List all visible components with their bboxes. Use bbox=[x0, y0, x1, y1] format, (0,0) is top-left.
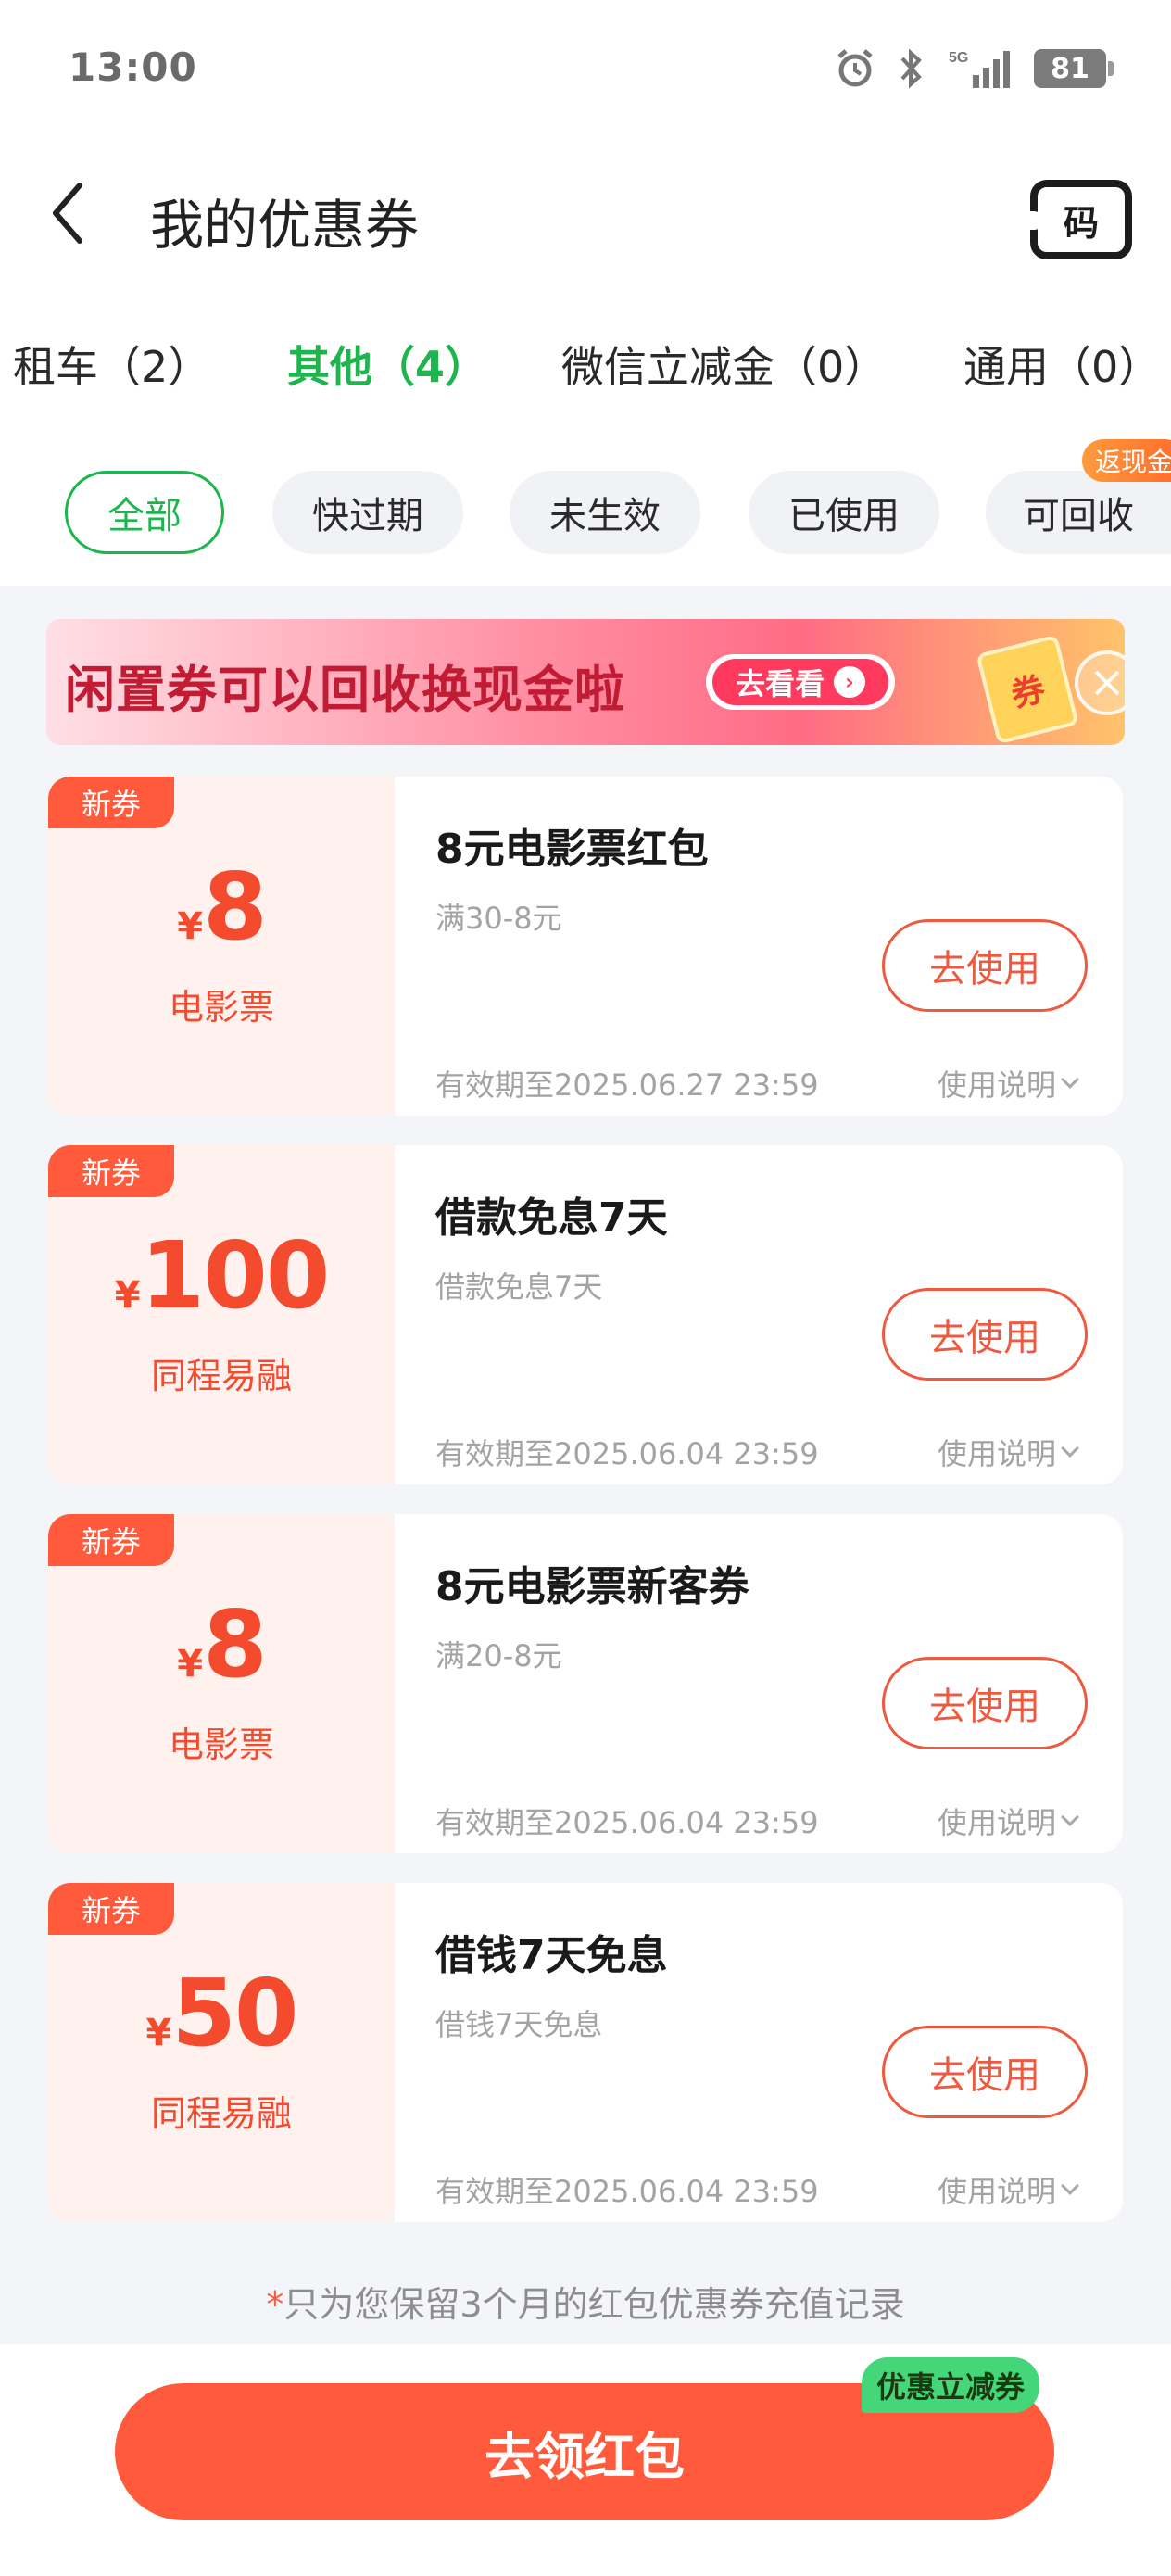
coupon-title: 8元电影票红包 bbox=[435, 826, 709, 873]
coupon-title: 借钱7天免息 bbox=[435, 1932, 668, 1979]
recycle-banner[interactable]: 闲置券可以回收换现金啦 去看看 › 券 bbox=[46, 619, 1125, 745]
coupon-expiry: 有效期至2025.06.04 23:59 bbox=[435, 1436, 819, 1471]
banner-cta-button[interactable]: 去看看 › bbox=[706, 654, 895, 710]
coupon-card: 新券 ¥8 电影票 8元电影票红包 满30-8元 去使用 有效期至2025.06… bbox=[48, 777, 1123, 1116]
new-coupon-badge: 新券 bbox=[48, 777, 174, 828]
coupon-card: 新券 ¥50 同程易融 借钱7天免息 借钱7天免息 去使用 有效期至2025.0… bbox=[48, 1883, 1123, 2222]
coupon-value-panel: 新券 ¥8 电影票 bbox=[48, 1514, 395, 1853]
filter-recyclable[interactable]: 可回收 bbox=[986, 471, 1171, 554]
coupon-amount: ¥50 bbox=[48, 1959, 395, 2067]
usage-instructions-link[interactable]: 使用说明 bbox=[938, 1799, 1079, 1842]
coupon-value-panel: 新券 ¥8 电影票 bbox=[48, 777, 395, 1116]
discount-coupon-tag: 优惠立减券 bbox=[862, 2357, 1040, 2413]
coupon-expiry: 有效期至2025.06.04 23:59 bbox=[435, 2174, 819, 2209]
battery-icon: 81 bbox=[1034, 49, 1114, 88]
coupon-card: 新券 ¥8 电影票 8元电影票新客券 满20-8元 去使用 有效期至2025.0… bbox=[48, 1514, 1123, 1853]
currency-symbol: ¥ bbox=[177, 905, 204, 948]
back-button[interactable] bbox=[44, 176, 96, 250]
use-coupon-button[interactable]: 去使用 bbox=[882, 2026, 1088, 2118]
coupon-title: 8元电影票新客券 bbox=[435, 1563, 749, 1610]
tab-car-rental[interactable]: 租车（2） bbox=[13, 334, 210, 395]
page-title: 我的优惠券 bbox=[150, 194, 420, 257]
usage-instructions-label: 使用说明 bbox=[938, 2174, 1057, 2209]
chevron-down-icon bbox=[1061, 1808, 1079, 1826]
usage-instructions-label: 使用说明 bbox=[938, 1805, 1057, 1840]
coupon-condition: 借款免息7天 bbox=[435, 1269, 603, 1305]
new-coupon-badge: 新券 bbox=[48, 1145, 174, 1197]
use-coupon-button[interactable]: 去使用 bbox=[882, 1288, 1088, 1381]
usage-instructions-link[interactable]: 使用说明 bbox=[938, 1062, 1079, 1105]
tab-general[interactable]: 通用（0） bbox=[963, 334, 1161, 395]
coupon-condition: 借钱7天免息 bbox=[435, 2007, 603, 2042]
amount-value: 8 bbox=[203, 1590, 268, 1698]
amount-value: 100 bbox=[140, 1221, 331, 1330]
use-coupon-button[interactable]: 去使用 bbox=[882, 919, 1088, 1012]
tab-wechat-discount[interactable]: 微信立减金（0） bbox=[561, 334, 887, 395]
chevron-down-icon bbox=[1061, 1439, 1079, 1458]
banner-cta-label: 去看看 bbox=[735, 666, 825, 701]
chevron-down-icon bbox=[1061, 2177, 1079, 2195]
usage-instructions-link[interactable]: 使用说明 bbox=[938, 2168, 1079, 2211]
alarm-icon bbox=[834, 47, 876, 90]
coupon-category: 同程易融 bbox=[150, 2093, 292, 2134]
filter-all[interactable]: 全部 bbox=[65, 471, 224, 554]
coupon-expiry: 有效期至2025.06.27 23:59 bbox=[435, 1067, 819, 1103]
filter-not-effective[interactable]: 未生效 bbox=[510, 471, 700, 554]
coupon-amount: ¥100 bbox=[48, 1221, 395, 1330]
status-time: 13:00 bbox=[69, 44, 197, 90]
coupon-amount: ¥8 bbox=[48, 1590, 395, 1698]
amount-value: 50 bbox=[171, 1959, 298, 2067]
currency-symbol: ¥ bbox=[177, 1643, 204, 1686]
footnote-star: * bbox=[266, 2284, 284, 2325]
cashback-badge: 返现金 bbox=[1082, 439, 1171, 482]
coupon-value-panel: 新券 ¥50 同程易融 bbox=[48, 1883, 395, 2222]
usage-instructions-label: 使用说明 bbox=[938, 1067, 1057, 1103]
filter-expiring[interactable]: 快过期 bbox=[272, 471, 463, 554]
record-retention-note: *只为您保留3个月的红包优惠券充值记录 bbox=[0, 2276, 1171, 2327]
coupon-expiry: 有效期至2025.06.04 23:59 bbox=[435, 1805, 819, 1840]
signal-5g-icon: 5G bbox=[945, 47, 1014, 90]
usage-instructions-label: 使用说明 bbox=[938, 1436, 1057, 1471]
status-icons: 5G 81 bbox=[834, 44, 1114, 93]
new-coupon-badge: 新券 bbox=[48, 1514, 174, 1566]
battery-level: 81 bbox=[1051, 52, 1089, 85]
coupon-amount: ¥8 bbox=[48, 852, 395, 961]
coupon-card: 新券 ¥100 同程易融 借款免息7天 借款免息7天 去使用 有效期至2025.… bbox=[48, 1145, 1123, 1484]
coupon-condition: 满30-8元 bbox=[435, 901, 562, 936]
currency-symbol: ¥ bbox=[145, 2012, 172, 2054]
currency-symbol: ¥ bbox=[114, 1274, 141, 1317]
footnote-text: 只为您保留3个月的红包优惠券充值记录 bbox=[283, 2284, 905, 2325]
bluetooth-icon bbox=[897, 47, 925, 90]
bottom-bar: 去领红包 优惠立减券 bbox=[0, 2344, 1171, 2576]
coupon-title: 借款免息7天 bbox=[435, 1194, 668, 1242]
network-label: 5G bbox=[949, 50, 968, 66]
ticket-label: 券 bbox=[1007, 670, 1050, 715]
ticket-illustration: 券 bbox=[976, 634, 1079, 745]
filter-used[interactable]: 已使用 bbox=[749, 471, 939, 554]
coupon-category: 同程易融 bbox=[150, 1356, 292, 1396]
use-coupon-button[interactable]: 去使用 bbox=[882, 1657, 1088, 1749]
usage-instructions-link[interactable]: 使用说明 bbox=[938, 1431, 1079, 1473]
banner-close-icon[interactable] bbox=[1075, 650, 1125, 715]
tab-other[interactable]: 其他（4） bbox=[287, 334, 487, 395]
chevron-left-icon bbox=[53, 183, 82, 244]
code-button[interactable]: 码 bbox=[1030, 180, 1132, 259]
amount-value: 8 bbox=[203, 852, 268, 961]
category-tabs: 租车（2） 其他（4） 微信立减金（0） 通用（0） bbox=[0, 334, 1171, 398]
banner-text: 闲置券可以回收换现金啦 bbox=[65, 661, 625, 719]
coupon-value-panel: 新券 ¥100 同程易融 bbox=[48, 1145, 395, 1484]
coupon-condition: 满20-8元 bbox=[435, 1638, 562, 1673]
arrow-right-icon: › bbox=[834, 666, 865, 698]
code-label: 码 bbox=[1063, 202, 1099, 244]
chevron-down-icon bbox=[1061, 1070, 1079, 1089]
coupon-category: 电影票 bbox=[168, 1724, 274, 1765]
coupon-category: 电影票 bbox=[168, 987, 274, 1028]
new-coupon-badge: 新券 bbox=[48, 1883, 174, 1935]
